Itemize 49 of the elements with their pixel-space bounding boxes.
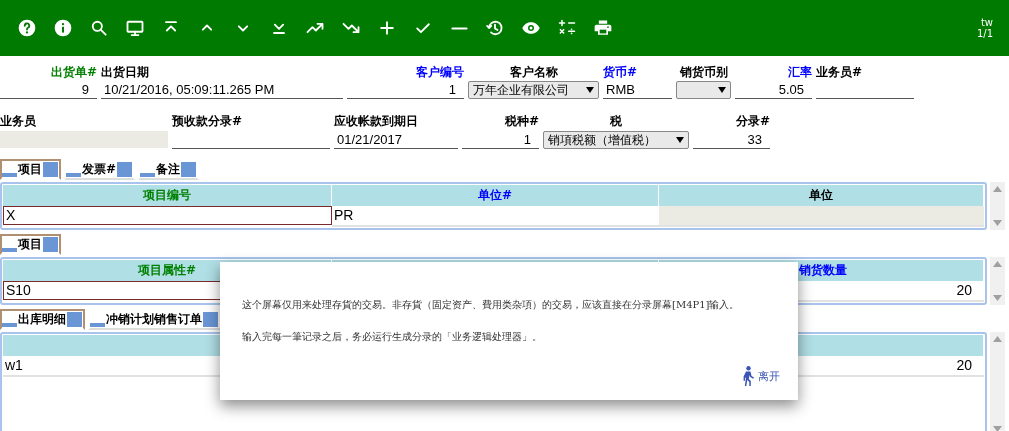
field-label: 业务员 bbox=[0, 113, 37, 130]
field-label: 货币# bbox=[603, 64, 639, 81]
input-field[interactable]: 01/21/2017 bbox=[334, 131, 458, 149]
caret-icon bbox=[586, 87, 594, 93]
history-icon bbox=[485, 18, 505, 38]
caret-icon bbox=[676, 137, 684, 143]
walking-person-icon bbox=[741, 366, 755, 386]
input-field[interactable]: 1 bbox=[462, 131, 539, 149]
tab[interactable]: 项目 bbox=[0, 159, 61, 180]
caret-icon bbox=[718, 87, 726, 93]
tab[interactable]: 项目 bbox=[0, 234, 61, 255]
user-code: tw bbox=[980, 17, 993, 28]
help-icon bbox=[17, 18, 37, 38]
field-label: 税种# bbox=[503, 113, 539, 130]
dropdown[interactable] bbox=[676, 81, 731, 99]
input-field[interactable]: 33 bbox=[693, 131, 770, 149]
dropdown[interactable]: 销項税额（增值税） bbox=[543, 131, 689, 149]
field-label: 应收帐款到期日 bbox=[334, 113, 419, 130]
input-field[interactable]: 1 bbox=[347, 81, 464, 99]
field-label: 业务员# bbox=[816, 64, 864, 81]
field-label: 出货日期 bbox=[101, 64, 150, 81]
field-label: 客户编号 bbox=[415, 64, 464, 81]
field-label: 汇率 bbox=[787, 64, 812, 81]
column-header: 单位 bbox=[659, 185, 984, 206]
minus-icon bbox=[450, 26, 468, 30]
message-text: 输入完每一筆记录之后，务必运行生成分录的「业务逻辑处理器」。 bbox=[242, 330, 543, 344]
field-label: 销货币别 bbox=[678, 64, 729, 81]
input-field[interactable]: RMB bbox=[603, 81, 672, 99]
monitor-icon bbox=[125, 18, 145, 38]
field-label: 预收款分录# bbox=[172, 113, 244, 130]
table-cell[interactable]: X bbox=[3, 206, 332, 225]
field-label: 分录# bbox=[734, 113, 770, 130]
info-icon bbox=[53, 18, 73, 38]
input-field[interactable]: 5.05 bbox=[735, 81, 812, 99]
input-field[interactable]: 10/21/2016, 05:09:11.265 PM bbox=[101, 81, 343, 99]
input-field[interactable]: 9 bbox=[0, 81, 97, 99]
plus-icon bbox=[377, 18, 397, 38]
page-counter: 1/1 bbox=[976, 28, 993, 39]
field-label: 客户名称 bbox=[508, 64, 559, 81]
dropdown[interactable]: 万年企业有限公司 bbox=[468, 81, 599, 99]
field-label: 税 bbox=[609, 113, 623, 130]
tab[interactable]: 发票# bbox=[64, 159, 136, 180]
search-icon bbox=[89, 18, 109, 38]
column-header: 单位# bbox=[332, 185, 659, 206]
field-label: 出货单# bbox=[49, 64, 97, 81]
tab[interactable]: 出库明细 bbox=[0, 309, 85, 330]
print-icon bbox=[593, 18, 613, 38]
tab[interactable]: 备注 bbox=[138, 159, 200, 180]
column-header: 项目编号 bbox=[3, 185, 332, 206]
